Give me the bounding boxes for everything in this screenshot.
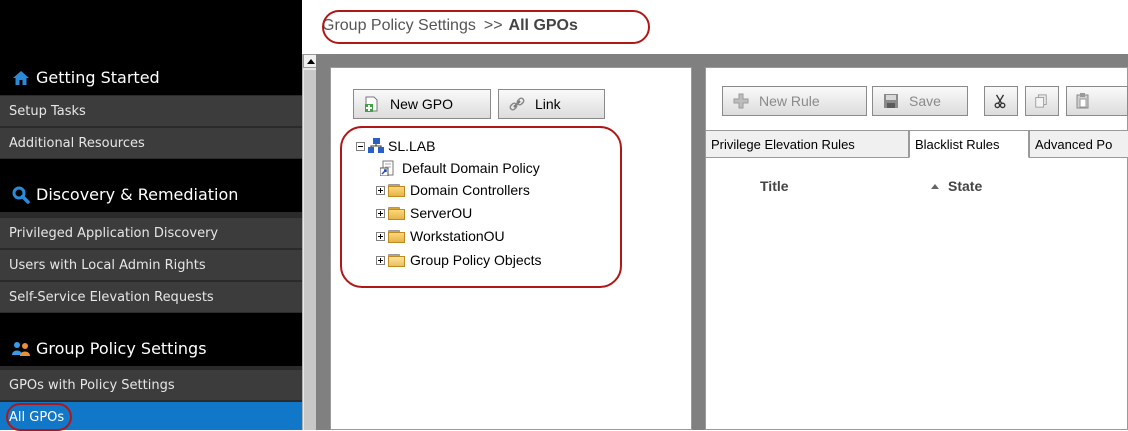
sidebar-section-title: Getting Started xyxy=(36,68,160,87)
save-button[interactable]: Save xyxy=(872,86,968,116)
sidebar-item-users-local-admin[interactable]: Users with Local Admin Rights xyxy=(0,249,302,280)
new-gpo-button[interactable]: New GPO xyxy=(353,89,491,119)
sidebar-item-setup-tasks[interactable]: Setup Tasks xyxy=(0,95,302,126)
sidebar-scrollbar[interactable] xyxy=(302,54,317,430)
paste-button[interactable] xyxy=(1066,86,1128,116)
scroll-up-arrow[interactable] xyxy=(303,54,317,68)
tab-blacklist-rules[interactable]: Blacklist Rules xyxy=(909,130,1029,158)
home-icon xyxy=(13,70,29,85)
sidebar-section-group-policy[interactable]: Group Policy Settings xyxy=(0,331,302,366)
new-document-icon xyxy=(365,96,378,112)
sidebar-gap xyxy=(0,313,302,331)
column-header-title[interactable]: Title xyxy=(760,178,789,194)
copy-icon xyxy=(1035,94,1047,108)
sidebar-top-bar xyxy=(0,0,302,60)
tab-advanced[interactable]: Advanced Po xyxy=(1029,130,1128,158)
new-rule-button[interactable]: New Rule xyxy=(722,86,867,116)
sidebar: Getting Started Setup Tasks Additional R… xyxy=(0,0,302,430)
scissors-icon xyxy=(994,94,1006,109)
rules-pane xyxy=(705,67,1128,430)
copy-button[interactable] xyxy=(1025,86,1059,116)
link-label: Link xyxy=(535,96,561,112)
sidebar-gap xyxy=(0,159,302,177)
sidebar-item-additional-resources[interactable]: Additional Resources xyxy=(0,127,302,158)
column-header-state[interactable]: State xyxy=(930,178,982,194)
new-gpo-label: New GPO xyxy=(390,96,454,112)
sidebar-item-gpos-with-settings[interactable]: GPOs with Policy Settings xyxy=(0,369,302,400)
search-icon xyxy=(12,186,30,204)
annotation-oval xyxy=(6,403,72,431)
annotation-oval xyxy=(322,10,650,44)
sort-ascending-icon xyxy=(931,184,939,189)
link-icon xyxy=(509,97,525,111)
column-header-label: State xyxy=(948,178,983,194)
sidebar-item-self-service-requests[interactable]: Self-Service Elevation Requests xyxy=(0,281,302,312)
tab-privilege-elevation-rules[interactable]: Privilege Elevation Rules xyxy=(705,130,909,158)
new-rule-label: New Rule xyxy=(759,93,820,109)
cut-button[interactable] xyxy=(984,86,1018,116)
plus-icon xyxy=(733,93,749,109)
sidebar-section-discovery[interactable]: Discovery & Remediation xyxy=(0,177,302,212)
sidebar-section-getting-started[interactable]: Getting Started xyxy=(0,60,302,95)
sidebar-section-title: Discovery & Remediation xyxy=(36,185,239,204)
link-button[interactable]: Link xyxy=(498,89,605,119)
scroll-thumb[interactable] xyxy=(304,70,316,430)
annotation-oval xyxy=(340,126,622,288)
save-icon xyxy=(884,94,898,108)
sidebar-section-title: Group Policy Settings xyxy=(36,339,207,358)
clipboard-icon xyxy=(1076,93,1089,109)
save-label: Save xyxy=(909,93,941,109)
users-icon xyxy=(12,341,30,356)
sidebar-item-privileged-app-discovery[interactable]: Privileged Application Discovery xyxy=(0,217,302,248)
